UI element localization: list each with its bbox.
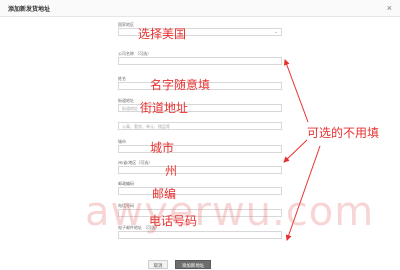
arrow-to-company	[283, 59, 309, 123]
watermark: awyerwu.com	[85, 189, 375, 235]
arrow-to-state	[283, 139, 308, 163]
